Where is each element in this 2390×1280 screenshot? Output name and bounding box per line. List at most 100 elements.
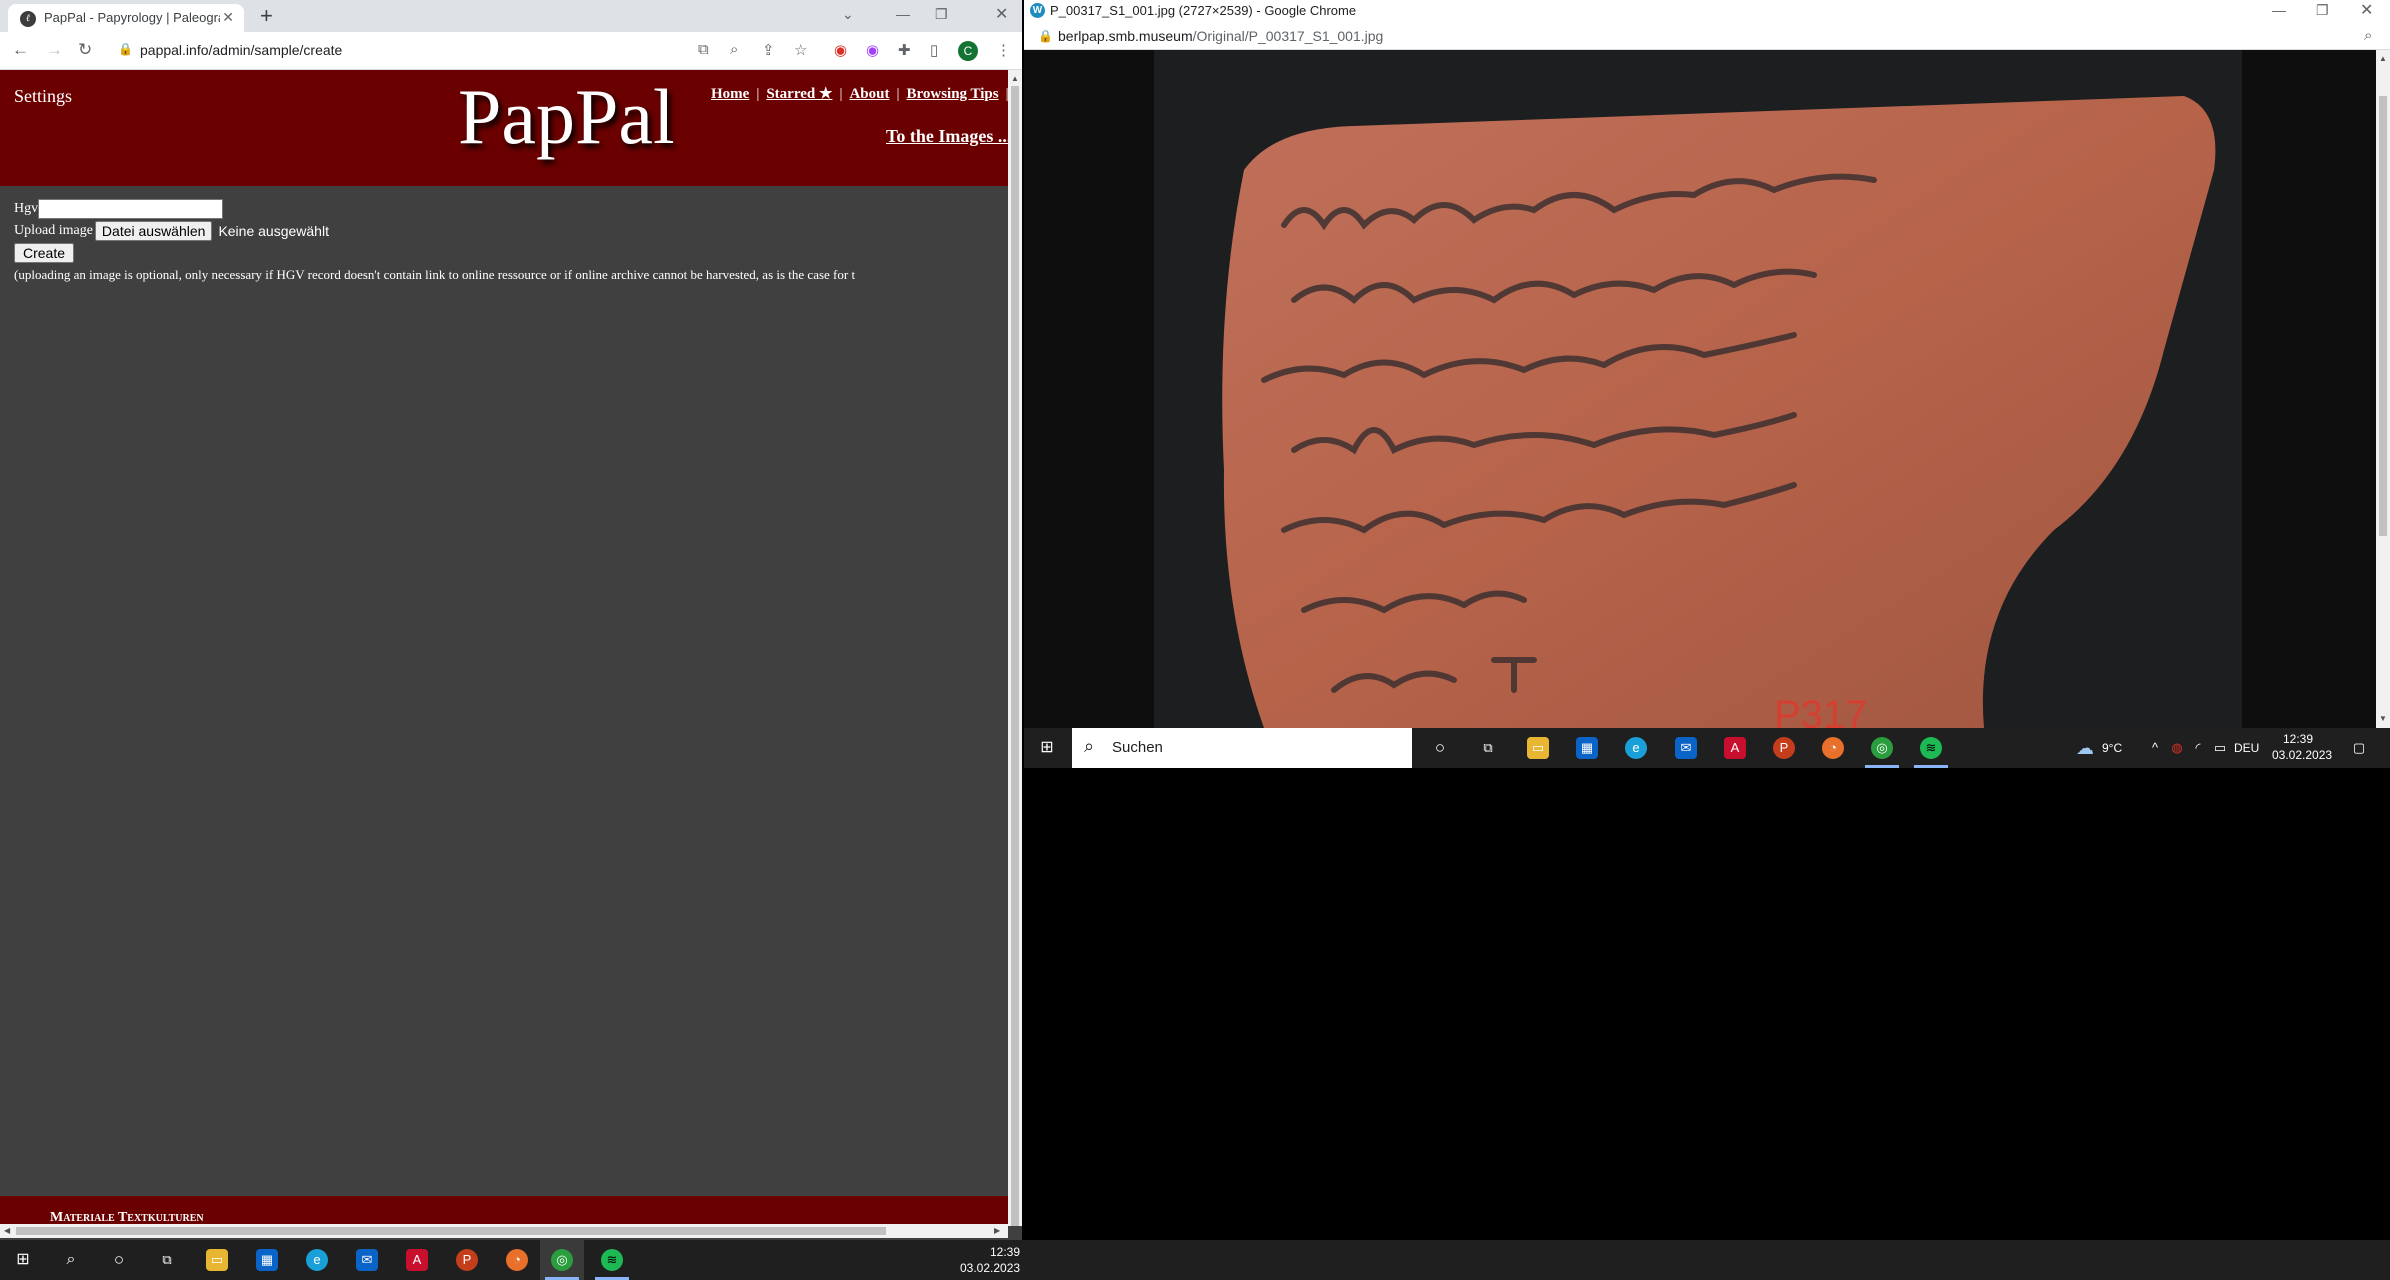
profile-avatar[interactable]: C [958,41,978,61]
side-panel-icon[interactable]: ▯ [930,41,938,59]
scroll-up-icon[interactable]: ▲ [1011,74,1019,83]
close-window-icon[interactable]: ✕ [995,4,1008,24]
cortana-icon[interactable]: ○ [108,1249,130,1271]
right-chrome-icon[interactable]: ◎ [1871,737,1893,759]
restore-icon[interactable]: ❐ [935,6,948,23]
right-vertical-scrollbar[interactable]: ▲ ▼ [2376,50,2390,728]
right-language[interactable]: DEU [2234,740,2259,756]
start-icon[interactable]: ⊞ [12,1249,34,1271]
right-spotify-icon[interactable]: ≋ [1920,737,1942,759]
right-cortana-icon[interactable]: ○ [1429,737,1451,759]
menu-kebab-icon[interactable]: ⋮ [996,41,1011,59]
edge-icon[interactable]: e [306,1249,328,1271]
image-viewer: P317 [1024,50,2376,737]
right-scroll-up-icon[interactable]: ▲ [2379,54,2387,63]
right-powerpoint-icon[interactable]: P [1773,737,1795,759]
nav-about[interactable]: About [849,86,889,102]
scroll-right-icon[interactable]: ▶ [994,1226,1000,1235]
extension-red-icon[interactable]: ◉ [834,41,847,59]
right-close-icon[interactable]: ✕ [2360,0,2373,20]
right-restore-icon[interactable]: ❐ [2316,2,2329,19]
file-explorer-icon[interactable]: ▭ [206,1249,228,1271]
right-task-view-icon[interactable]: ⧉ [1477,737,1499,759]
note-row: (uploading an image is optional, only ne… [14,264,855,286]
site-logo[interactable]: PapPal [458,72,675,162]
close-tab-icon[interactable]: ✕ [222,9,234,26]
right-mail-icon[interactable]: ✉ [1675,737,1697,759]
tab-pappal[interactable]: ℓ PapPal - Papyrology | Paleograph ✕ [8,4,244,32]
search-icon[interactable]: ⌕ [60,1249,82,1271]
translate-icon[interactable]: ⧉ [698,41,709,58]
minimize-icon[interactable]: — [896,6,910,22]
right-clock[interactable]: 12:39 03.02.2023 [2272,731,2333,763]
right-search-placeholder: Suchen [1112,739,1163,756]
address-bar-row: ← → ↻ 🔒 pappal.info/admin/sample/create … [0,32,1022,70]
extension-purple-icon[interactable]: ◉ [866,41,879,59]
task-view-icon[interactable]: ⧉ [156,1249,178,1271]
right-scroll-down-icon[interactable]: ▼ [2379,714,2387,723]
nav-browsing-tips[interactable]: Browsing Tips [906,86,998,102]
clock-time: 12:39 [989,1245,1020,1259]
settings-link[interactable]: Settings [14,86,72,107]
store-icon[interactable]: ▦ [256,1249,278,1271]
bookmark-star-icon[interactable]: ☆ [794,41,807,59]
tab-title: PapPal - Papyrology | Paleograph [44,10,220,25]
choose-file-button[interactable]: Datei auswählen [94,221,213,241]
right-minimize-icon[interactable]: — [2272,2,2286,18]
vertical-scrollbar[interactable]: ▲ [1008,70,1022,1226]
share-icon[interactable]: ⇪ [762,41,775,59]
extensions-puzzle-icon[interactable]: ✚ [898,41,911,59]
mail-icon[interactable]: ✉ [356,1249,378,1271]
right-notification-icon[interactable]: ▢ [2348,737,2370,759]
right-firefox-icon[interactable]: ◔ [1822,737,1844,759]
right-taskbar-search[interactable]: ⌕ Suchen [1072,728,1412,768]
right-tray-chevron-icon[interactable]: ^ [2144,737,2166,759]
forward-icon[interactable]: → [46,40,63,60]
ostracon-image: P317 [1154,50,2242,737]
right-weather-cloud-icon[interactable]: ☁ [2074,737,2096,759]
right-scroll-thumb[interactable] [2379,96,2387,536]
right-battery-icon[interactable]: ▭ [2209,737,2231,759]
right-tray-app-icon[interactable]: ◍ [2166,737,2188,759]
acrobat-icon[interactable]: A [406,1249,428,1271]
hgv-label: Hgv [14,201,39,216]
horizontal-scrollbar[interactable]: ◀ ▶ [0,1224,1008,1238]
right-acrobat-icon[interactable]: A [1724,737,1746,759]
zoom-icon[interactable]: ⌕ [730,41,738,58]
firefox-icon[interactable]: ◔ [506,1249,528,1271]
nav-starred[interactable]: Starred ★ [766,86,832,102]
right-clock-time: 12:39 [2282,732,2314,746]
tab-search-icon[interactable]: ⌄ [842,6,854,23]
right-lock-icon[interactable]: 🔒 [1038,29,1053,43]
to-images-link[interactable]: To the Images ... [886,126,1011,147]
right-url[interactable]: berlpap.smb.museum/Original/P_00317_S1_0… [1058,28,1383,44]
chrome-icon[interactable]: ◎ [551,1249,573,1271]
create-button[interactable]: Create [14,243,75,263]
vertical-scroll-thumb[interactable] [1011,86,1019,1226]
right-store-icon[interactable]: ▦ [1576,737,1598,759]
hgv-input[interactable] [38,199,224,219]
clock[interactable]: 12:39 03.02.2023 [960,1244,1020,1276]
horizontal-scroll-thumb[interactable] [16,1227,886,1235]
lock-icon[interactable]: 🔒 [118,42,133,56]
ostracon-photo[interactable]: P317 [1154,50,2242,737]
right-file-explorer-icon[interactable]: ▭ [1527,737,1549,759]
right-zoom-icon[interactable]: ⌕ [2364,27,2372,44]
url-text[interactable]: pappal.info/admin/sample/create [140,42,342,58]
file-status-text: Keine ausgewählt [218,223,329,239]
right-edge-icon[interactable]: e [1625,737,1647,759]
right-url-path: /Original/P_00317_S1_001.jpg [1192,28,1384,44]
new-tab-icon[interactable]: + [260,3,273,29]
scroll-left-icon[interactable]: ◀ [4,1226,10,1235]
right-weather-temp[interactable]: 9°C [2102,740,2122,756]
right-clock-date: 03.02.2023 [2272,748,2333,762]
upload-note: (uploading an image is optional, only ne… [14,267,856,282]
taskbar: ⊞ ⌕ ○ ⧉ ▭ ▦ e ✉ A P ◔ ◎ ≋ 12:39 03.02.20… [0,1240,2390,1280]
right-start-icon[interactable]: ⊞ [1036,737,1058,759]
right-network-icon[interactable]: ◜ [2187,737,2209,759]
reload-icon[interactable]: ↻ [78,40,92,60]
nav-home[interactable]: Home [711,86,749,102]
powerpoint-icon[interactable]: P [456,1249,478,1271]
spotify-icon[interactable]: ≋ [601,1249,623,1271]
back-icon[interactable]: ← [12,40,29,60]
